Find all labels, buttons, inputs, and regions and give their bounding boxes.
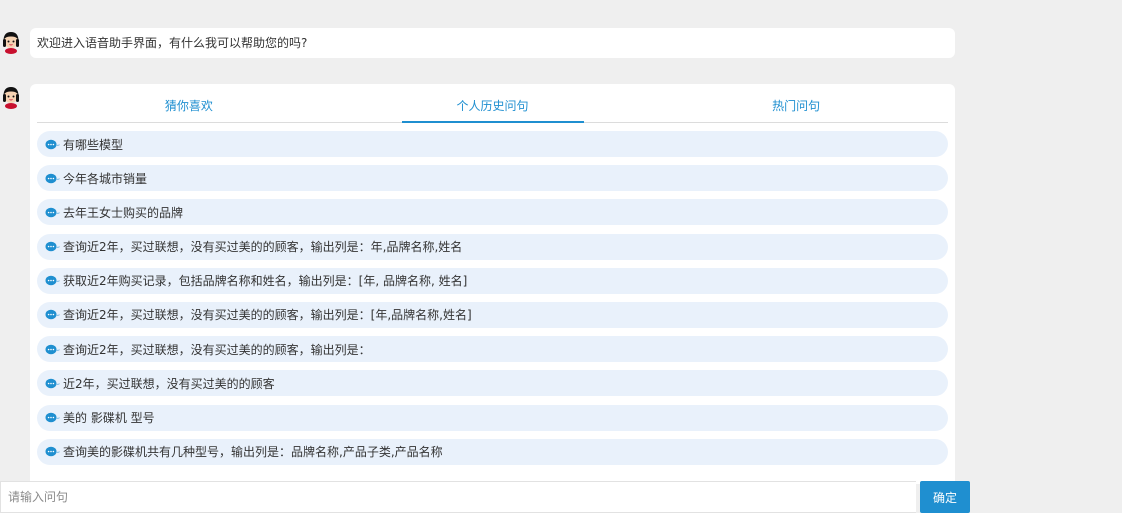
welcome-message: 欢迎进入语音助手界面，有什么我可以帮助您的吗? [30, 28, 955, 58]
chat-bubble-icon [45, 241, 60, 252]
assistant-avatar-icon [0, 30, 22, 54]
history-question-text: 近2年，买过联想，没有买过美的的顾客 [63, 376, 275, 391]
question-input[interactable] [0, 481, 916, 513]
history-question-text: 查询美的影碟机共有几种型号，输出列是：品牌名称,产品子类,产品名称 [63, 445, 443, 460]
confirm-button[interactable]: 确定 [920, 481, 970, 513]
history-question-item[interactable]: 近2年，买过联想，没有买过美的的顾客 [37, 370, 948, 397]
suggestion-tabs: 猜你喜欢 个人历史问句 热门问句 [37, 84, 948, 123]
suggestion-panel: 猜你喜欢 个人历史问句 热门问句 有哪些模型今年各城市销量去年王女士购买的品牌查… [30, 84, 955, 484]
history-question-item[interactable]: 有哪些模型 [37, 131, 948, 157]
chat-bubble-icon [45, 275, 60, 286]
chat-bubble-icon [45, 173, 60, 184]
history-question-item[interactable]: 美的 影碟机 型号 [37, 404, 948, 431]
history-question-list: 有哪些模型今年各城市销量去年王女士购买的品牌查询近2年，买过联想，没有买过美的的… [37, 131, 948, 473]
history-question-text: 获取近2年购买记录，包括品牌名称和姓名，输出列是：[年, 品牌名称, 姓名] [63, 274, 468, 289]
history-question-text: 今年各城市销量 [63, 171, 148, 186]
chat-bubble-icon [45, 344, 60, 355]
tab-personal-history[interactable]: 个人历史问句 [341, 84, 645, 122]
history-question-text: 查询近2年，买过联想，没有买过美的的顾客，输出列是：[年,品牌名称,姓名] [63, 308, 472, 323]
history-question-item[interactable]: 查询近2年，买过联想，没有买过美的的顾客，输出列是：年,品牌名称,姓名 [37, 233, 948, 260]
assistant-avatar-icon [0, 85, 22, 109]
history-question-text: 查询近2年，买过联想，没有买过美的的顾客，输出列是：年,品牌名称,姓名 [63, 240, 463, 255]
history-question-text: 查询近2年，买过联想，没有买过美的的顾客，输出列是： [63, 342, 371, 357]
history-question-item[interactable]: 去年王女士购买的品牌 [37, 199, 948, 226]
history-question-text: 有哪些模型 [63, 137, 124, 152]
history-question-item[interactable]: 今年各城市销量 [37, 165, 948, 192]
history-question-item[interactable]: 查询近2年，买过联想，没有买过美的的顾客，输出列是：[年,品牌名称,姓名] [37, 301, 948, 328]
chat-bubble-icon [45, 378, 60, 389]
assistant-page: 欢迎进入语音助手界面，有什么我可以帮助您的吗? 猜你喜欢 个人历史问句 热门问句… [0, 0, 1122, 513]
tab-guess-you-like[interactable]: 猜你喜欢 [37, 84, 341, 122]
chat-bubble-icon [45, 207, 60, 218]
tab-popular-questions[interactable]: 热门问句 [644, 84, 948, 122]
history-question-item[interactable]: 查询美的影碟机共有几种型号，输出列是：品牌名称,产品子类,产品名称 [37, 438, 948, 465]
history-question-text: 去年王女士购买的品牌 [63, 205, 184, 220]
history-question-text: 美的 影碟机 型号 [63, 411, 155, 425]
chat-bubble-icon [45, 139, 60, 150]
chat-bubble-icon [45, 446, 60, 457]
chat-bubble-icon [45, 309, 60, 320]
history-question-item[interactable]: 获取近2年购买记录，包括品牌名称和姓名，输出列是：[年, 品牌名称, 姓名] [37, 267, 948, 294]
chat-bubble-icon [45, 412, 60, 423]
history-question-item[interactable]: 查询近2年，买过联想，没有买过美的的顾客，输出列是： [37, 336, 948, 363]
